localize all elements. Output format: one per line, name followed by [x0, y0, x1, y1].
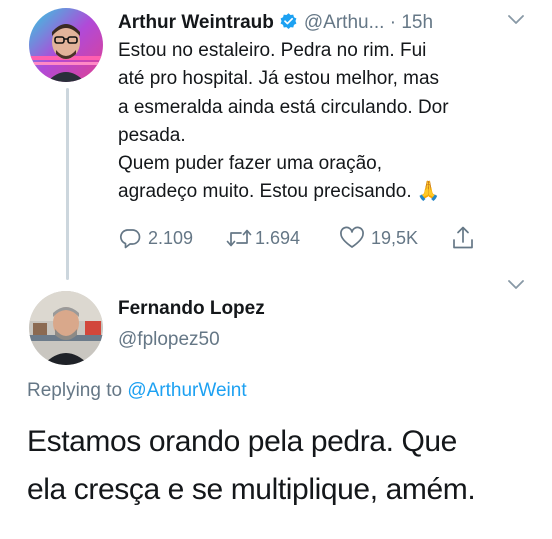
chevron-down-icon[interactable] — [507, 13, 525, 25]
thread-connector-line — [66, 88, 69, 280]
avatar-arthur[interactable] — [29, 8, 103, 82]
reply-action[interactable]: 2.109 — [118, 224, 193, 252]
avatar-fernando[interactable] — [29, 291, 103, 365]
heart-icon[interactable] — [339, 226, 365, 250]
tweet-text-line: Quem puder fazer uma oração, — [118, 153, 383, 175]
like-action[interactable]: 19,5K — [339, 224, 418, 252]
reply-author-handle[interactable]: @fplopez50 — [118, 327, 220, 353]
praying-hands-emoji: 🙏 — [416, 181, 441, 203]
reply-count: 2.109 — [148, 227, 194, 248]
replying-to: Replying to @ArthurWeint — [27, 378, 247, 404]
like-count: 19,5K — [371, 227, 419, 248]
tweet-text-line-last: agradeço muito. Estou precisando. 🙏 — [118, 178, 528, 206]
retweet-icon[interactable] — [225, 226, 253, 250]
reply-text-line: ela cresça e se multiplique, amém. — [27, 473, 476, 506]
tweet-text: Estou no estaleiro. Pedra no rim. Fui at… — [118, 37, 528, 207]
tweet-text-line: até pro hospital. Já estou melhor, mas — [118, 68, 440, 90]
tweet-text-line: Estou no estaleiro. Pedra no rim. Fui — [118, 40, 427, 61]
reply-text: Estamos orando pela pedra. Que ela cresç… — [27, 418, 537, 514]
verified-badge-icon — [279, 12, 298, 31]
reply-author-name[interactable]: Fernando Lopez — [118, 296, 265, 322]
tweet-text-line: agradeço muito. Estou precisando. — [118, 181, 412, 203]
tweet-text-line: pesada. — [118, 124, 186, 146]
replying-to-link[interactable]: @ArthurWeint — [127, 380, 246, 401]
author-handle[interactable]: @Arthu... — [304, 12, 385, 33]
author-name[interactable]: Arthur Weintraub — [118, 12, 274, 33]
reply-icon[interactable] — [118, 226, 142, 250]
tweet-text-line: a esmeralda ainda está circulando. Dor — [118, 96, 449, 118]
tweet-header: Arthur Weintraub @Arthu... · 15h — [118, 10, 538, 36]
replying-to-label: Replying to — [27, 380, 123, 401]
tweet-actions: 2.109 1.694 19,5K — [118, 224, 538, 252]
tweet-time[interactable]: 15h — [401, 12, 433, 33]
retweet-count: 1.694 — [255, 227, 301, 248]
reply-text-line: Estamos orando pela pedra. Que — [27, 425, 457, 458]
retweet-action[interactable]: 1.694 — [225, 224, 300, 252]
chevron-down-icon[interactable] — [507, 278, 525, 290]
share-icon[interactable] — [451, 225, 475, 251]
share-action[interactable] — [451, 224, 475, 252]
